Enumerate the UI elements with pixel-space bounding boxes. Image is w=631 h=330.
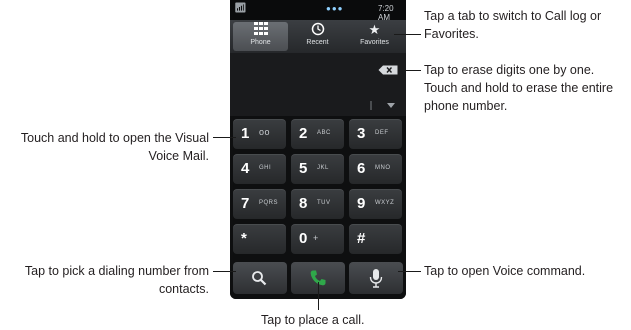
key-digit: # (357, 230, 366, 247)
key-hash[interactable]: # (349, 224, 402, 254)
star-icon: ★ (368, 22, 381, 37)
key-digit: 6 (357, 160, 366, 177)
number-display[interactable] (230, 53, 406, 116)
key-digit: 0 (299, 230, 308, 247)
key-6[interactable]: 6 MNO (349, 154, 402, 184)
voicemail-icon: oo (259, 127, 271, 137)
tab-favorites-label: Favorites (360, 39, 389, 46)
key-digit: 8 (299, 195, 308, 212)
annotation-text: Favorites. (424, 27, 479, 41)
key-digit: 7 (241, 195, 250, 212)
key-star[interactable]: * (233, 224, 286, 254)
key-digit: 9 (357, 195, 366, 212)
annotation-text: Tap to open Voice command. (424, 264, 586, 278)
annotation-text: contacts. (158, 282, 209, 296)
key-digit: 2 (299, 125, 308, 142)
key-letters: TUV (317, 200, 331, 206)
voice-command-button[interactable] (349, 262, 403, 294)
chevron-down-icon[interactable] (387, 103, 395, 108)
key-7[interactable]: 7 PQRS (233, 189, 286, 219)
clock-icon (290, 22, 345, 38)
key-9[interactable]: 9 WXYZ (349, 189, 402, 219)
tab-favorites[interactable]: ★ Favorites (347, 22, 402, 51)
tab-bar: Phone Recent ★ Favorites (230, 20, 406, 53)
annotation-text: Tap to erase digits one by one. (424, 63, 595, 77)
annotation-text: Tap to pick a dialing number from (24, 264, 209, 278)
annotation-voice-command: Tap to open Voice command. (424, 262, 585, 280)
annotation-erase: Tap to erase digits one by one. Touch an… (424, 61, 613, 115)
callout-line-call (318, 282, 319, 310)
key-8[interactable]: 8 TUV (291, 189, 344, 219)
contacts-search-button[interactable] (233, 262, 287, 294)
annotation-text: Voice Mail. (148, 149, 209, 163)
callout-line-tabs (394, 34, 421, 35)
annotation-text: Tap to place a call. (261, 313, 365, 327)
key-5[interactable]: 5 JKL (291, 154, 344, 184)
key-digit: 3 (357, 125, 366, 142)
key-3[interactable]: 3 DEF (349, 119, 402, 149)
tab-recent[interactable]: Recent (290, 22, 345, 51)
annotation-tabs: Tap a tab to switch to Call log or Favor… (424, 7, 601, 43)
callout-line-erase (404, 70, 421, 71)
key-letters: + (313, 233, 319, 243)
key-digit: 4 (241, 160, 250, 177)
key-letters: GHI (259, 165, 272, 171)
status-bar: 📶︎ ●●● 7:20 AM (230, 0, 406, 22)
annotation-contacts: Tap to pick a dialing number from contac… (25, 262, 209, 298)
annotation-call: Tap to place a call. (261, 311, 365, 329)
callout-line-contacts (213, 271, 236, 272)
microphone-icon (369, 269, 383, 288)
key-digit: 1 (241, 125, 250, 142)
key-digit: 5 (299, 160, 308, 177)
dial-keypad: 1 oo 2 ABC 3 DEF 4 GHI 5 JKL 6 MNO 7 PQRS 8 TUV … (230, 116, 406, 260)
backspace-icon[interactable] (378, 65, 398, 75)
key-letters: ABC (317, 130, 331, 136)
search-icon (252, 271, 267, 286)
key-1[interactable]: 1 oo (233, 119, 286, 149)
cursor (370, 101, 372, 110)
key-digit: * (241, 230, 247, 247)
status-icons: ●●● (326, 4, 344, 13)
callout-line-voicemail (213, 137, 236, 138)
tab-recent-label: Recent (306, 39, 329, 46)
key-letters: DEF (375, 130, 389, 136)
key-2[interactable]: 2 ABC (291, 119, 344, 149)
callout-line-voice (398, 271, 421, 272)
annotation-text: Touch and hold to open the Visual (20, 131, 209, 145)
key-0[interactable]: 0 + (291, 224, 344, 254)
keypad-grid-icon (233, 22, 288, 38)
tab-phone-label: Phone (250, 39, 271, 46)
tab-phone[interactable]: Phone (233, 22, 288, 51)
key-4[interactable]: 4 GHI (233, 154, 286, 184)
annotation-text: Touch and hold to erase the entire (424, 81, 614, 95)
key-letters: JKL (317, 165, 329, 171)
annotation-text: Tap a tab to switch to Call log or (424, 9, 602, 23)
key-letters: PQRS (259, 200, 279, 206)
key-letters: WXYZ (375, 200, 395, 206)
phone-screen: 📶︎ ●●● 7:20 AM Phone Recent ★ Favorites (230, 0, 406, 299)
annotation-voicemail: Touch and hold to open the Visual Voice … (21, 129, 209, 165)
annotation-text: phone number. (424, 99, 508, 113)
signal-icon: 📶︎ (234, 3, 247, 14)
key-letters: MNO (375, 165, 391, 171)
